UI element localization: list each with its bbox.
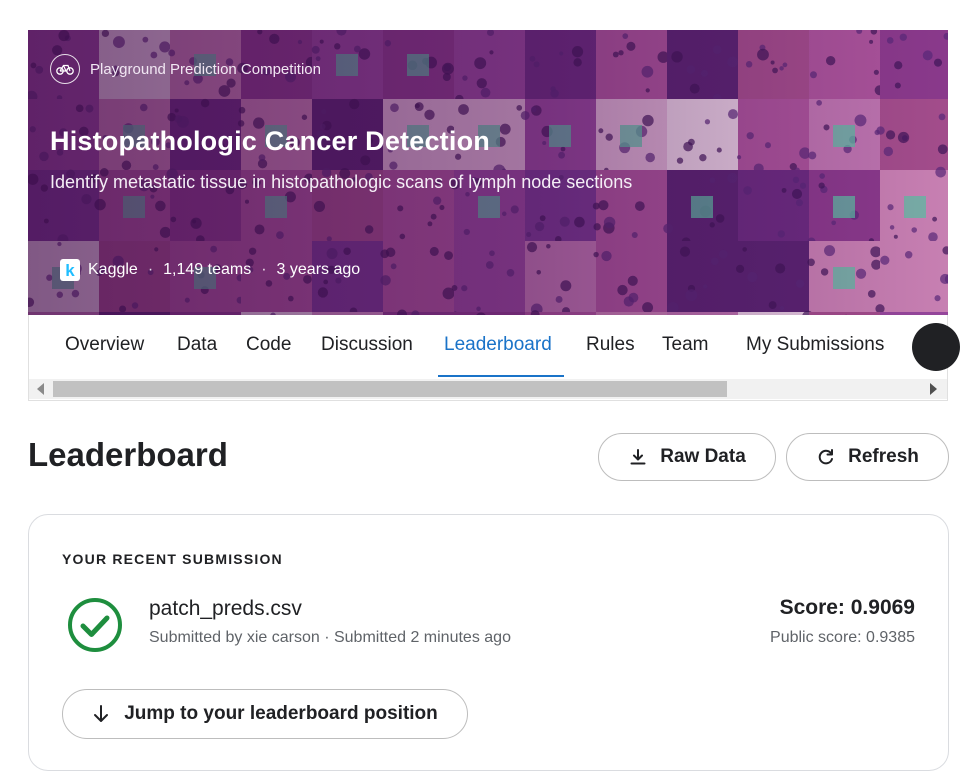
tab-data[interactable]: Data [177,334,217,356]
submission-meta: Submitted by xie carson · Submitted 2 mi… [149,629,511,646]
competition-meta: k Kaggle · 1,149 teams · 3 years ago [60,259,360,281]
check-circle-icon [68,598,122,652]
tab-team[interactable]: Team [662,334,708,356]
section-label: YOUR RECENT SUBMISSION [62,551,283,567]
tab-my-submissions[interactable]: My Submissions [746,334,884,356]
tabs-horizontal-scrollbar[interactable] [29,379,947,399]
jump-to-position-button[interactable]: Jump to your leaderboard position [62,689,468,739]
page-title: Leaderboard [28,436,228,473]
competition-header-banner: Playground Prediction Competition Histop… [28,30,948,315]
scroll-left-arrow-icon[interactable] [37,383,44,395]
private-score: Score: 0.9069 [779,596,915,619]
arrow-down-icon [94,705,109,722]
jump-label: Jump to your leaderboard position [124,703,438,724]
team-count[interactable]: 1,149 teams [163,261,251,279]
meta-separator: · [261,261,267,278]
refresh-icon [818,449,834,465]
tab-discussion[interactable]: Discussion [321,334,413,356]
meta-separator: · [147,261,154,278]
tab-rules[interactable]: Rules [586,334,635,356]
competition-title: Histopathologic Cancer Detection [50,126,490,156]
raw-data-button[interactable]: Raw Data [598,433,776,481]
tab-leaderboard[interactable]: Leaderboard [444,334,552,356]
competition-age: 3 years ago [276,261,361,278]
recent-submission-card: YOUR RECENT SUBMISSION patch_preds.csv S… [28,514,949,771]
competition-tabs: Overview Data Code Discussion Leaderboar… [28,315,960,401]
refresh-label: Refresh [848,446,919,467]
competition-type: Playground Prediction Competition [50,54,321,84]
active-tab-indicator [438,375,564,377]
host-name[interactable]: Kaggle [88,261,138,279]
public-score: Public score: 0.9385 [770,629,915,646]
competition-subtitle: Identify metastatic tissue in histopatho… [50,172,633,192]
raw-data-label: Raw Data [660,446,746,467]
scroll-right-arrow-icon[interactable] [930,383,937,395]
scrollbar-thumb[interactable] [53,381,727,397]
submission-file-name: patch_preds.csv [149,597,302,620]
tab-code[interactable]: Code [246,334,291,356]
competition-type-label: Playground Prediction Competition [90,60,321,78]
tab-overview[interactable]: Overview [65,334,144,356]
bicycle-icon [50,54,80,84]
refresh-button[interactable]: Refresh [786,433,949,481]
download-icon [630,449,646,465]
tabs-overflow-button[interactable] [912,323,960,371]
kaggle-logo-icon: k [60,259,80,281]
